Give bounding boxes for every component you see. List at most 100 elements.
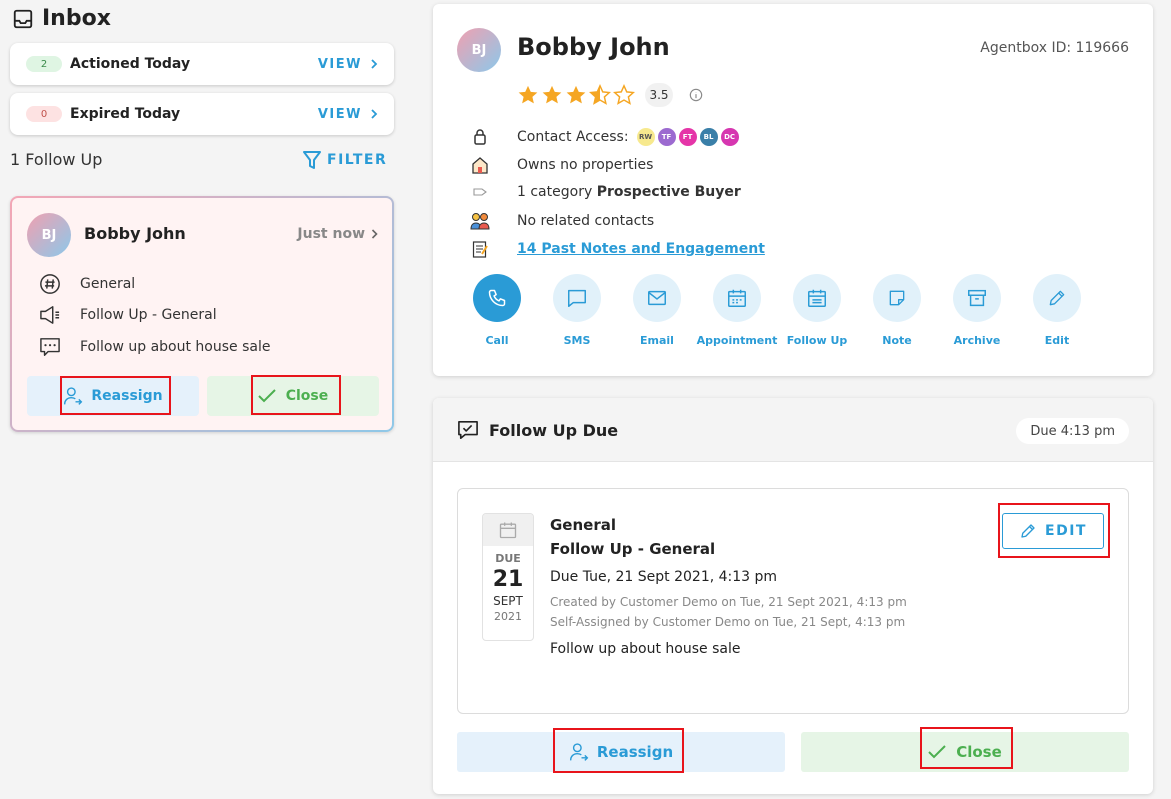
access-badge[interactable]: RW [636,128,655,146]
appointment-label: Appointment [696,334,778,347]
edit-label: EDIT [1045,523,1087,539]
actioned-label: Actioned Today [70,56,191,72]
access-label: Contact Access: [517,129,629,145]
info-icon[interactable] [689,88,703,102]
follow-up-count: 1 Follow Up [10,150,103,169]
reassign-button[interactable]: Reassign [457,732,785,772]
expired-label: Expired Today [70,106,181,122]
filter-button[interactable]: FILTER [303,150,387,170]
actioned-view-link[interactable]: VIEW [318,57,378,72]
past-notes-link[interactable]: 14 Past Notes and Engagement [517,241,765,257]
cal-label: DUE [495,552,521,565]
card-timestamp: Just now [297,226,378,242]
access-badge[interactable]: TF [657,128,676,146]
cal-year: 2021 [494,610,522,623]
expired-today-card[interactable]: 0 Expired Today VIEW [10,93,394,135]
edit-button[interactable]: EDIT [1002,513,1104,549]
tag-icon [473,188,487,196]
email-action[interactable]: Email [617,274,697,347]
check-icon [258,389,276,403]
expired-count-badge: 0 [26,106,62,122]
task-card: DUE 21 SEPT 2021 General Follow Up - Gen… [457,488,1129,714]
cal-day: 21 [492,567,524,592]
chat-icon [568,289,586,307]
follow-up-label: Follow Up [786,334,848,347]
note-action[interactable]: Note [857,274,937,347]
archive-label: Archive [953,334,1001,347]
appointment-action[interactable]: Appointment [697,274,777,347]
filter-icon [303,151,321,169]
access-badge[interactable]: DC [720,128,739,146]
mail-icon [648,290,666,306]
view-label: VIEW [317,56,362,72]
hashtag-icon [40,274,60,294]
calendar-icon [499,522,517,539]
task-assigned-by: Self-Assigned by Customer Demo on Tue, 2… [550,615,906,629]
timestamp-text: Just now [297,226,365,242]
properties-row: Owns no properties [469,156,653,174]
archive-action[interactable]: Archive [937,274,1017,347]
chevron-right-icon [371,109,378,119]
access-badge[interactable]: FT [678,128,697,146]
inbox-panel: Inbox 2 Actioned Today VIEW 0 Expired To… [0,0,410,799]
call-label: Call [485,334,509,347]
access-badge[interactable]: BL [699,128,718,146]
expired-view-link[interactable]: VIEW [318,107,378,122]
follow-up-due-panel: Follow Up Due Due 4:13 pm DUE 21 SEPT 20… [433,398,1153,794]
calendar-icon [728,289,746,307]
access-badges: RW TF FT BL DC [636,128,739,146]
category-prefix: 1 category [517,184,597,200]
chat-check-icon [458,421,478,439]
pencil-icon [1021,524,1035,538]
task-due-date: Due Tue, 21 Sept 2021, 4:13 pm [550,569,778,585]
due-calendar: DUE 21 SEPT 2021 [482,513,534,641]
close-button[interactable]: Close [801,732,1129,772]
row-text: General [80,276,136,292]
actioned-today-card[interactable]: 2 Actioned Today VIEW [10,43,394,85]
email-label: Email [640,334,674,347]
sticky-note-icon [889,290,905,306]
user-assign-icon [64,387,83,405]
follow-up-action[interactable]: Follow Up [777,274,857,347]
related-text: No related contacts [517,213,655,229]
due-time-pill: Due 4:13 pm [1016,418,1129,444]
sms-label: SMS [563,334,591,347]
house-icon [472,157,488,174]
call-action[interactable]: Call [457,274,537,347]
task-type: Follow Up - General [550,540,716,558]
contact-name: Bobby John [517,33,670,61]
megaphone-icon [40,306,60,324]
card-category-row: General [38,273,135,295]
close-label: Close [956,743,1002,761]
panel-title: Follow Up Due [457,420,618,440]
star-half-icon [589,84,611,105]
inbox-header: Inbox [12,6,111,31]
follow-up-due-header: Follow Up Due Due 4:13 pm [433,398,1153,462]
archive-icon [968,289,986,307]
panel-title-text: Follow Up Due [489,420,619,440]
follow-up-card[interactable]: BJ Bobby John Just now General Follow Up… [10,196,394,432]
phone-icon [488,289,506,307]
check-icon [928,745,946,759]
inbox-icon [13,9,33,28]
actioned-count-badge: 2 [26,56,62,72]
notepad-icon [472,241,488,258]
reassign-button[interactable]: Reassign [27,376,199,416]
close-button[interactable]: Close [207,376,379,416]
row-text: Follow up about house sale [80,339,271,355]
task-category: General [550,516,616,534]
category-name: Prospective Buyer [596,184,741,200]
sms-action[interactable]: SMS [537,274,617,347]
row-text: Follow Up - General [80,307,217,323]
agentbox-id: Agentbox ID: 119666 [980,40,1129,56]
chevron-right-icon [371,59,378,69]
edit-action[interactable]: Edit [1017,274,1097,347]
message-icon [40,338,60,356]
inbox-title: Inbox [42,6,111,31]
filter-label: FILTER [327,152,388,168]
related-row: No related contacts [469,212,654,230]
notes-row: 14 Past Notes and Engagement [469,240,765,258]
star-icon [518,85,538,104]
card-type-row: Follow Up - General [38,305,217,325]
card-note-row: Follow up about house sale [38,337,270,357]
